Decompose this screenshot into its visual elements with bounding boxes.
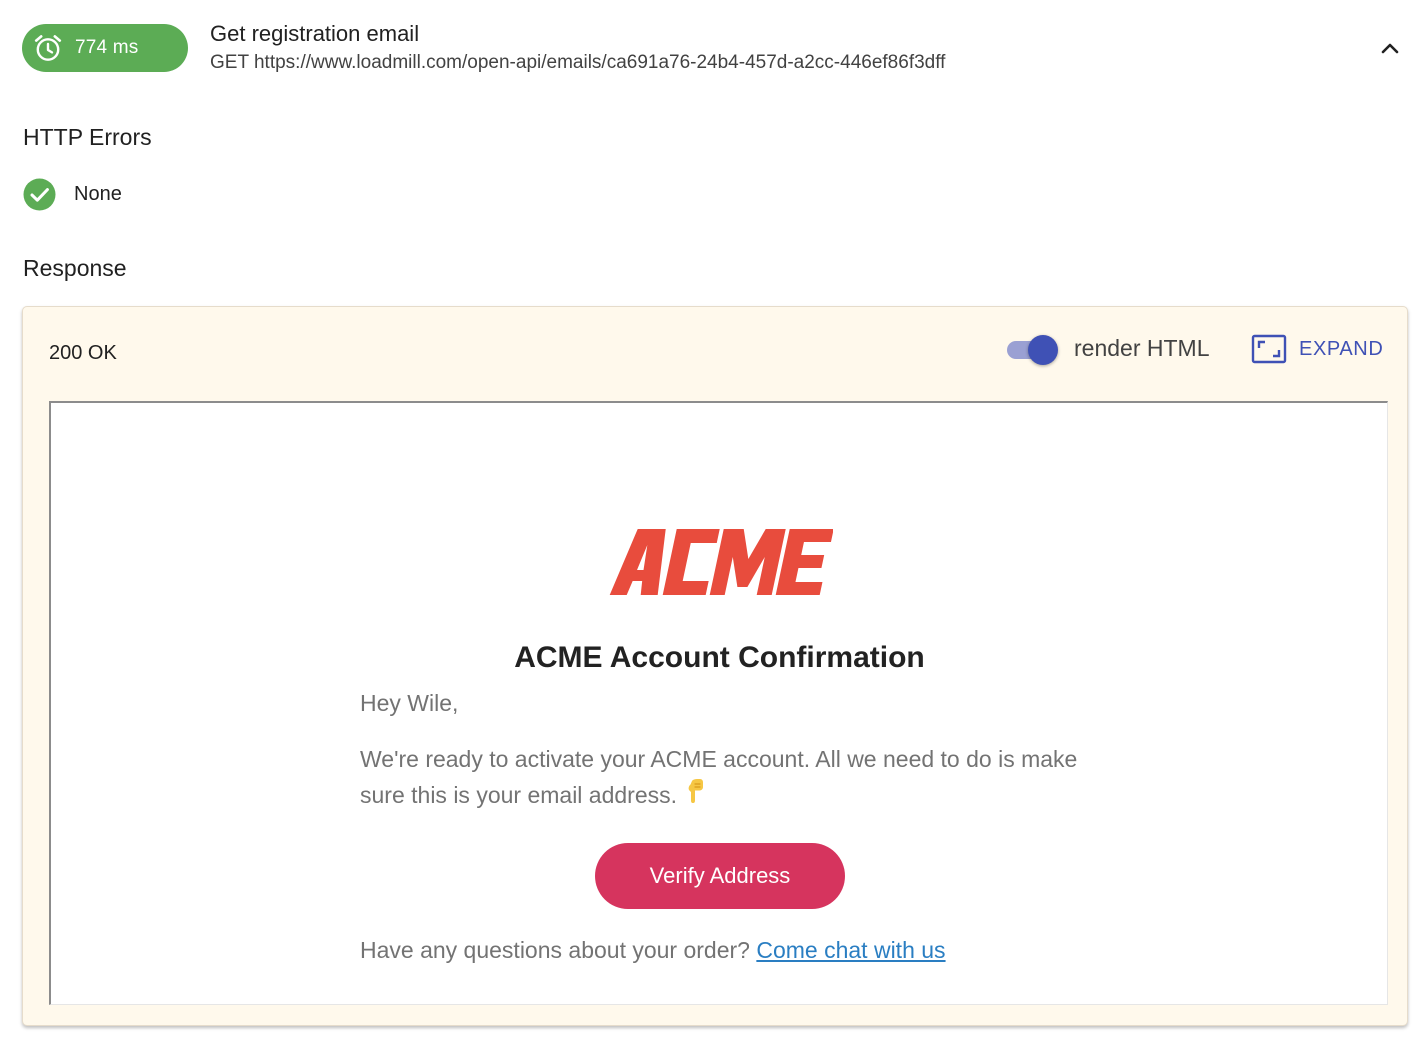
email-body: Hey Wile, We're ready to activate your A… [360, 685, 1080, 813]
chevron-up-icon [1381, 43, 1399, 54]
email-footer-text: Have any questions about your order? [360, 937, 750, 963]
rendered-email-frame: ACME Account Confirmation Hey Wile, We'r… [49, 401, 1388, 1005]
request-url: GET https://www.loadmill.com/open-api/em… [210, 52, 946, 73]
email-title: ACME Account Confirmation [514, 641, 925, 674]
request-title: Get registration email [210, 21, 420, 46]
collapse-button[interactable] [1373, 32, 1407, 64]
response-panel: 200 OK render HTML EXPAND ACME Account C… [22, 306, 1408, 1026]
response-time-value: 774 ms [75, 37, 139, 58]
http-errors-heading: HTTP Errors [23, 124, 152, 150]
email-message: We're ready to activate your ACME accoun… [360, 741, 1080, 813]
response-time-badge: 774 ms [22, 24, 188, 72]
email-greeting: Hey Wile, [360, 690, 459, 716]
alarm-clock-icon [34, 35, 62, 61]
response-heading: Response [23, 255, 127, 281]
expand-frame-icon [1251, 334, 1287, 364]
toggle-thumb [1028, 335, 1058, 365]
pointing-down-emoji [685, 777, 707, 805]
expand-button[interactable]: EXPAND [1251, 333, 1383, 365]
check-circle-icon [23, 178, 56, 210]
http-errors-status: None [23, 177, 122, 211]
status-code: 200 OK [49, 342, 117, 364]
come-chat-link[interactable]: Come chat with us [756, 937, 945, 963]
http-errors-value: None [74, 182, 122, 205]
expand-label: EXPAND [1299, 337, 1384, 360]
acme-logo-image [609, 529, 833, 595]
render-html-label: render HTML [1074, 335, 1210, 361]
verify-address-button[interactable]: Verify Address [595, 843, 845, 909]
email-message-text: We're ready to activate your ACME accoun… [360, 746, 1078, 808]
email-footer: Have any questions about your order? Com… [360, 937, 946, 964]
acme-logo [609, 523, 833, 601]
render-html-toggle[interactable] [1006, 333, 1062, 367]
